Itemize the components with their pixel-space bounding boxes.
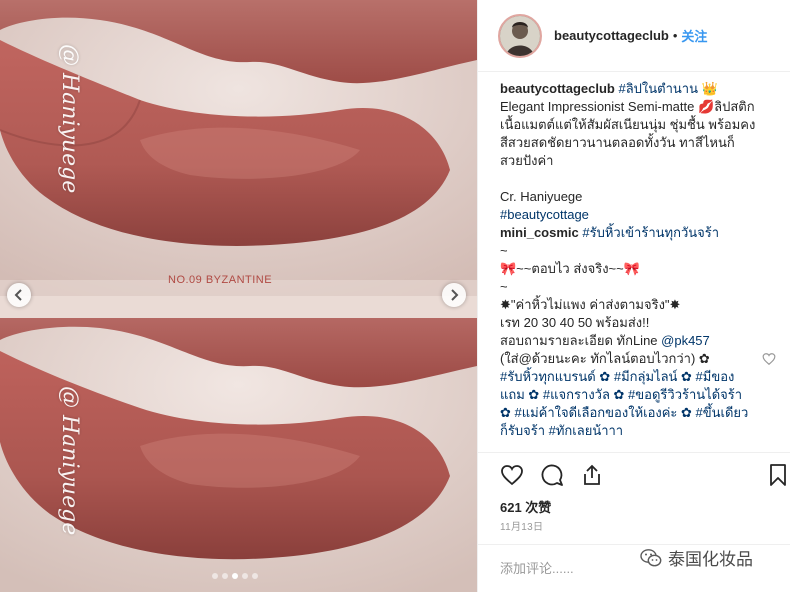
header-username[interactable]: beautycottageclub [554,28,669,43]
chevron-left-icon [14,289,22,301]
like-button[interactable] [500,463,524,487]
save-button[interactable] [766,463,790,487]
wechat-icon [640,548,662,566]
caption-line2-suffix: ลิปสติก [714,99,755,114]
comment-button[interactable] [540,463,564,487]
post-date[interactable]: 11月13日 [500,518,543,533]
caption-line2-prefix: Elegant Impressionist Semi-matte [500,99,698,114]
shade-caption: NO.09 BYZANTINE [168,274,273,286]
wechat-brand-text: 泰国化妆品 [668,550,753,570]
comments-list[interactable]: beautycottageclub #ลิปในตำนาน 👑 Elegant … [500,80,756,454]
comment-line: สอบถามรายละเอียด ทักLine @pk457 [500,332,756,350]
caption-credit: Cr. Haniyuege [500,189,583,204]
likes-count[interactable]: 621 次赞 [500,497,551,516]
post-sidebar: beautycottageclub • 关注 beautycottageclub… [477,0,790,592]
comment-bubble-icon [541,464,563,486]
comment-username[interactable]: mini_cosmic [500,225,579,240]
carousel-dot [212,573,218,579]
watermark-top: @ Haniyuege [57,44,82,194]
caption: beautycottageclub #ลิปในตำนาน 👑 Elegant … [500,80,756,170]
follow-button[interactable]: 关注 [681,26,707,45]
contact-handle[interactable]: @pk457 [661,333,710,348]
carousel-next-button[interactable] [442,283,466,307]
comment-tags[interactable]: #รับหิ้วทุกแบรนด์ ✿ #มีกลุ่มไลน์ ✿ #มีขอ… [500,368,756,440]
caption-hashtag-title[interactable]: #ลิปในตำนาน [618,81,698,96]
action-bar [478,452,790,496]
crown-emoji: 👑 [701,81,718,96]
carousel-prev-button[interactable] [7,283,31,307]
comment-line: ~ [500,279,508,294]
carousel-dot [252,573,258,579]
carousel-dot [242,573,248,579]
comment-line: (ใส่@ด้วยนะคะ ทักไลน์ตอบไวกว่า) ✿ [500,351,710,366]
share-icon [584,464,600,485]
lips-emoji: 💋 [697,99,715,114]
comment-line: 🎀~~ตอบไว ส่งจริง~~🎀 [500,261,640,276]
comment: mini_cosmic #รับหิ้วเข้าร้านทุกวันจร้า [500,224,756,242]
comment-line: ~ [500,243,508,258]
share-button[interactable] [580,463,604,487]
chevron-right-icon [451,289,459,301]
post-photo[interactable]: NO.09 BYZANTINE @ Haniyuege @ Haniyuege [0,0,477,592]
post-header: beautycottageclub • 关注 [478,0,790,72]
wechat-watermark: 泰国化妆品 [640,545,753,570]
caption-hashtag-brand[interactable]: #beautycottage [500,206,756,224]
caption-username[interactable]: beautycottageclub [500,81,615,96]
watermark-bottom: @ Haniyuege [57,386,82,536]
carousel-dot [222,573,228,579]
bookmark-icon [770,464,786,486]
comment-input[interactable] [500,557,610,579]
header-separator: • [672,28,678,43]
comment-line: ✸"ค่าหิ้วไม่แพง ค่าส่งตามจริง"✸ [500,297,681,312]
comment-heart-icon[interactable] [762,352,776,366]
caption-body: เนื้อแมตต์แต่ให้สัมผัสเนียนนุ่ม ชุ่มชื้น… [500,117,756,168]
heart-icon [501,465,523,486]
comment-hashtag[interactable]: #รับหิ้วเข้าร้านทุกวันจร้า [582,225,719,240]
avatar[interactable] [498,13,542,58]
contact-prefix: สอบถามรายละเอียด ทักLine [500,333,662,348]
comment-line: เรท 20 30 40 50 พร้อมส่ง!! [500,315,650,330]
carousel-dots [212,573,258,579]
carousel-dot-active [232,573,238,579]
